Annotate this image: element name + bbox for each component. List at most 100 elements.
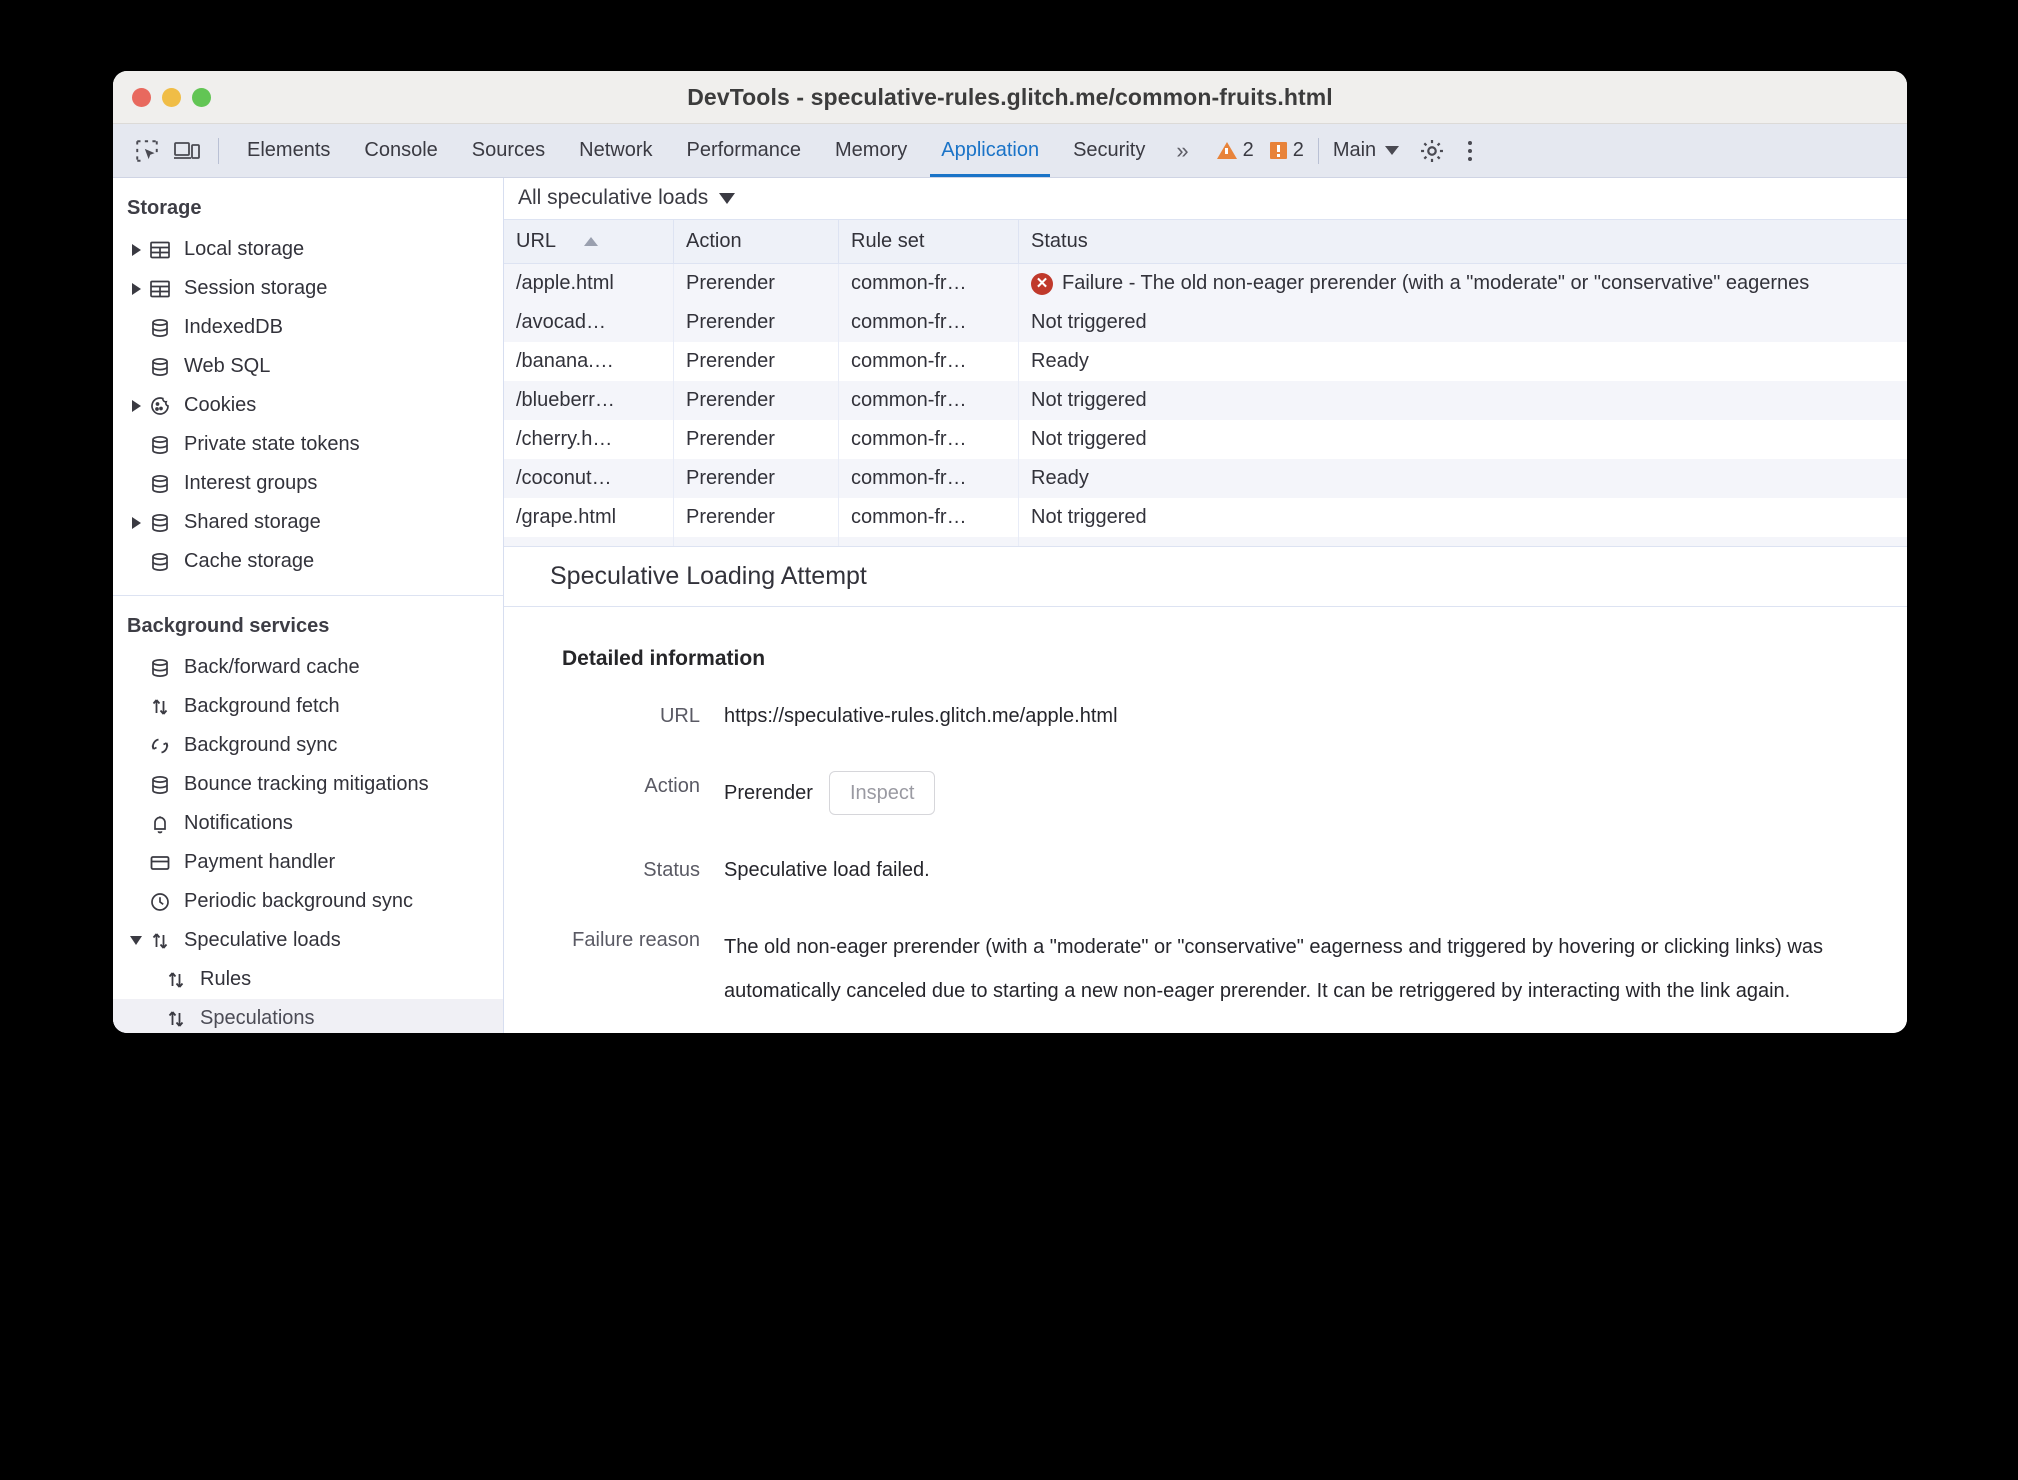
speculations-panel: All speculative loads URL Action Rule se… <box>504 178 1907 1033</box>
column-header-rule-set[interactable]: Rule set <box>838 219 1019 264</box>
table-row[interactable]: /apple.html Prerender common-fr… ✕ Failur… <box>504 263 1907 303</box>
cell-action: Prerender <box>673 302 839 342</box>
gear-icon[interactable] <box>1413 132 1451 170</box>
table-row[interactable]: /banana.… Prerender common-fr… Ready <box>504 341 1907 381</box>
sidebar-item-background-fetch[interactable]: Background fetch <box>113 687 503 726</box>
arrows-updown-icon <box>145 930 175 952</box>
column-header-status[interactable]: Status <box>1018 219 1907 264</box>
cell-rule-set: common-fr… <box>838 302 1019 342</box>
sidebar-item-speculations[interactable]: Speculations <box>113 999 503 1033</box>
chevron-down-icon <box>719 192 736 204</box>
devtools-toolbar: Elements Console Sources Network Perform… <box>113 124 1907 178</box>
sidebar-item-cookies[interactable]: Cookies <box>113 386 503 425</box>
sidebar-item-web-sql[interactable]: Web SQL <box>113 347 503 386</box>
detailed-information-title: Detailed information <box>562 647 766 671</box>
cell-url: /apple.html <box>504 263 674 303</box>
database-icon <box>145 434 175 456</box>
tab-performance[interactable]: Performance <box>670 124 819 177</box>
arrows-updown-icon <box>161 969 191 991</box>
warning-counter[interactable]: 2 <box>1216 139 1254 162</box>
error-counter[interactable]: 2 <box>1269 139 1304 162</box>
toolbar-divider <box>218 137 219 164</box>
cell-status: Not triggered <box>1018 497 1907 537</box>
sidebar-item-periodic-background-sync[interactable]: Periodic background sync <box>113 882 503 921</box>
application-sidebar: Storage Local storage Session storage In… <box>113 178 504 1033</box>
speculations-table-container[interactable]: URL Action Rule set Status /apple.html P… <box>504 219 1907 547</box>
table-row[interactable]: /kiwi.html Prerender common-fr… Not trig… <box>504 536 1907 547</box>
panel-tabs: Elements Console Sources Network Perform… <box>230 124 1162 177</box>
detail-row-action: Action Prerender Inspect <box>550 771 1861 816</box>
expand-arrow-icon[interactable] <box>127 516 145 529</box>
cell-status: ✕ Failure - The old non-eager prerender (… <box>1018 263 1907 303</box>
sidebar-item-interest-groups[interactable]: Interest groups <box>113 464 503 503</box>
inspect-button[interactable]: Inspect <box>828 771 936 816</box>
sidebar-item-session-storage[interactable]: Session storage <box>113 269 503 308</box>
tab-elements[interactable]: Elements <box>230 124 347 177</box>
sidebar-item-label: Rules <box>200 968 252 990</box>
sidebar-item-payment-handler[interactable]: Payment handler <box>113 843 503 882</box>
sidebar-item-cache-storage[interactable]: Cache storage <box>113 542 503 581</box>
table-icon <box>145 278 175 300</box>
expand-arrow-icon[interactable] <box>127 243 145 256</box>
sidebar-item-label: Background fetch <box>184 695 340 717</box>
expand-arrow-icon[interactable] <box>127 399 145 412</box>
detail-row-url: URL https://speculative-rules.glitch.me/… <box>550 701 1861 731</box>
sidebar-item-label: Web SQL <box>184 355 271 377</box>
cell-status: Ready <box>1018 458 1907 498</box>
cell-status-text: Failure - The old non-eager prerender (w… <box>1062 271 1810 294</box>
sidebar-item-shared-storage[interactable]: Shared storage <box>113 503 503 542</box>
table-row[interactable]: /avocad… Prerender common-fr… Not trigge… <box>504 302 1907 342</box>
sidebar-item-bounce-tracking-mitigations[interactable]: Bounce tracking mitigations <box>113 765 503 804</box>
database-icon <box>145 551 175 573</box>
sidebar-item-background-sync[interactable]: Background sync <box>113 726 503 765</box>
sidebar-item-local-storage[interactable]: Local storage <box>113 230 503 269</box>
chevron-down-icon <box>1385 146 1400 155</box>
sidebar-item-private-state-tokens[interactable]: Private state tokens <box>113 425 503 464</box>
sidebar-item-speculative-loads[interactable]: Speculative loads <box>113 921 503 960</box>
tab-network[interactable]: Network <box>562 124 669 177</box>
device-toolbar-icon[interactable] <box>167 131 207 171</box>
expand-arrow-icon[interactable] <box>127 282 145 295</box>
collapse-arrow-icon[interactable] <box>127 936 145 945</box>
context-selector[interactable]: Main <box>1332 139 1400 162</box>
sidebar-item-label: Interest groups <box>184 472 318 494</box>
tab-security[interactable]: Security <box>1056 124 1162 177</box>
table-row[interactable]: /grape.html Prerender common-fr… Not tri… <box>504 497 1907 537</box>
tab-sources[interactable]: Sources <box>455 124 562 177</box>
cell-rule-set: common-fr… <box>838 263 1019 303</box>
speculative-loads-filter-dropdown[interactable]: All speculative loads <box>518 186 736 210</box>
cell-status: Ready <box>1018 341 1907 381</box>
arrows-updown-icon <box>161 1008 191 1030</box>
sidebar-item-label: Cache storage <box>184 550 315 572</box>
bell-icon <box>145 813 175 835</box>
tab-application[interactable]: Application <box>924 124 1056 177</box>
sidebar-item-indexeddb[interactable]: IndexedDB <box>113 308 503 347</box>
detail-label-failure-reason: Failure reason <box>572 929 700 952</box>
column-header-action[interactable]: Action <box>673 219 839 264</box>
sidebar-item-notifications[interactable]: Notifications <box>113 804 503 843</box>
tab-console[interactable]: Console <box>347 124 454 177</box>
detail-label-status: Status <box>643 859 700 882</box>
database-icon <box>145 657 175 679</box>
cell-rule-set: common-fr… <box>838 380 1019 420</box>
kebab-menu-icon[interactable] <box>1451 132 1489 170</box>
table-icon <box>145 239 175 261</box>
sidebar-item-label: Notifications <box>184 812 293 834</box>
table-row[interactable]: /blueberr… Prerender common-fr… Not trig… <box>504 380 1907 420</box>
sidebar-item-rules[interactable]: Rules <box>113 960 503 999</box>
cookie-icon <box>145 395 175 417</box>
more-tabs-icon[interactable]: » <box>1162 138 1202 164</box>
sidebar-item-back-forward-cache[interactable]: Back/forward cache <box>113 648 503 687</box>
column-header-url[interactable]: URL <box>504 219 674 264</box>
issue-counters: 2 2 <box>1216 139 1304 162</box>
cell-action: Prerender <box>673 419 839 459</box>
table-row[interactable]: /coconut… Prerender common-fr… Ready <box>504 458 1907 498</box>
inspect-element-icon[interactable] <box>127 131 167 171</box>
context-selector-label: Main <box>1332 139 1377 161</box>
detail-value-url: https://speculative-rules.glitch.me/appl… <box>724 705 1118 728</box>
warning-triangle-icon <box>1216 142 1237 159</box>
filter-bar: All speculative loads <box>504 178 1907 220</box>
database-icon <box>145 317 175 339</box>
table-row[interactable]: /cherry.h… Prerender common-fr… Not trig… <box>504 419 1907 459</box>
tab-memory[interactable]: Memory <box>818 124 924 177</box>
